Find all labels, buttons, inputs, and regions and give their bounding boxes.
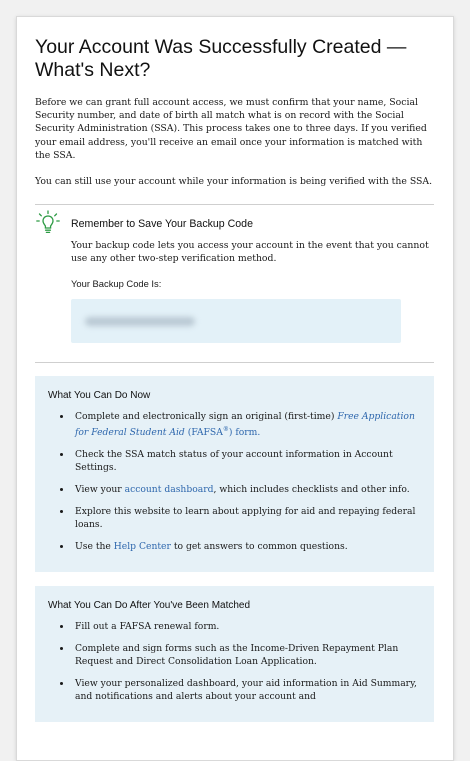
help-center-link[interactable]: Help Center [114,541,171,552]
divider [35,362,434,364]
fafsa-abbrev-end: ) form. [228,427,261,439]
backup-code-box [71,298,401,343]
intro-paragraph-2: You can still use your account while you… [35,176,433,188]
list-item-text: to get answers to common questions. [170,541,348,553]
action-list: Complete and electronically sign an orig… [48,410,421,553]
backup-description: Your backup code lets you access your ac… [71,240,429,265]
list-item: View your personalized dashboard, your a… [72,677,421,703]
list-item: Complete and sign forms such as the Inco… [72,642,421,668]
page-title: Your Account Was Successfully Created — … [35,36,407,81]
fafsa-abbrev: (FAFSA [184,427,223,439]
panel-title: What You Can Do Now [48,390,151,402]
list-item: Fill out a FAFSA renewal form. [72,620,421,633]
list-item: Explore this website to learn about appl… [72,505,421,531]
list-item: Use the Help Center to get answers to co… [72,540,421,553]
list-item: Check the SSA match status of your accou… [72,448,421,474]
panel-title: What You Can Do After You've Been Matche… [48,600,251,612]
confirmation-card: Your Account Was Successfully Created — … [16,16,454,761]
list-item-text: Use the [75,541,114,553]
list-item: View your account dashboard, which inclu… [72,483,421,496]
list-item: Complete and electronically sign an orig… [72,410,421,439]
intro-paragraph: Before we can grant full account access,… [35,97,427,161]
backup-heading: Remember to Save Your Backup Code [71,218,253,231]
backup-code-section: Remember to Save Your Backup Code Your b… [35,205,434,362]
after-list: Fill out a FAFSA renewal form. Complete … [48,620,421,703]
what-you-can-do-now-panel: What You Can Do Now Complete and electro… [35,376,434,573]
list-item-text: , which includes checklists and other in… [213,484,410,496]
lightbulb-icon [36,210,60,234]
backup-code-redacted [85,316,195,326]
account-dashboard-link[interactable]: account dashboard [125,484,214,495]
list-item-text: Complete and electronically sign an orig… [75,411,338,423]
list-item-text: View your [75,484,125,496]
backup-code-label: Your Backup Code Is: [71,277,162,289]
fafsa-abbrev-link[interactable]: (FAFSA®) form. [184,426,261,439]
after-matched-panel: What You Can Do After You've Been Matche… [35,586,434,723]
